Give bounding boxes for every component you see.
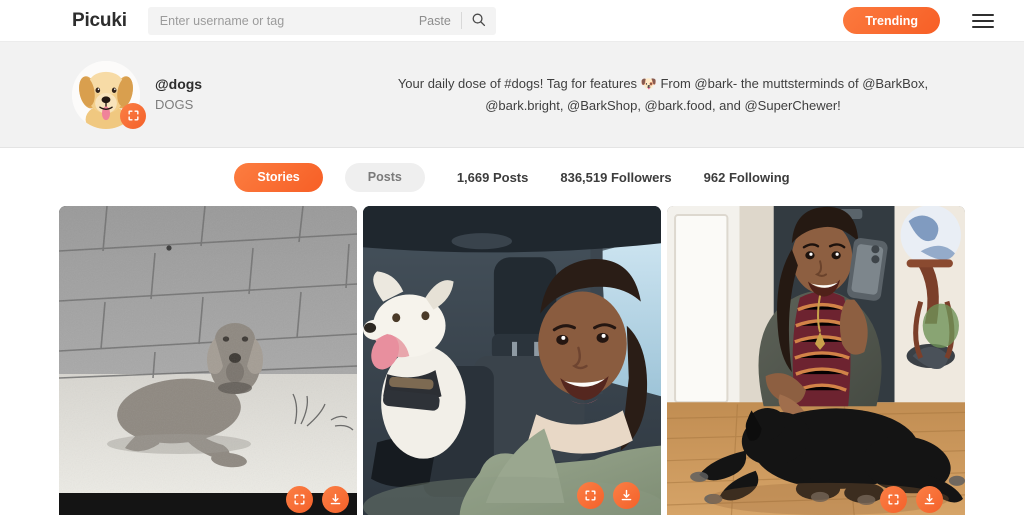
download-icon — [330, 493, 341, 505]
tab-stories[interactable]: Stories — [234, 162, 323, 192]
download-icon — [621, 489, 632, 501]
fullscreen-expand-icon — [127, 110, 139, 121]
gallery-photo-bw-dog-wall — [59, 206, 357, 515]
profile-bio: Your daily dose of #dogs! Tag for featur… — [397, 76, 929, 113]
expand-button[interactable] — [286, 486, 313, 513]
stat-following: 962 Following — [703, 169, 790, 185]
trending-button[interactable]: Trending — [843, 7, 940, 34]
tab-posts[interactable]: Posts — [344, 162, 425, 192]
profile-header: @dogs DOGS Your daily dose of #dogs! Tag… — [0, 42, 1024, 148]
gallery-card[interactable] — [59, 206, 357, 515]
search-submit-button[interactable] — [462, 7, 496, 35]
profile-names: @dogs DOGS — [155, 75, 202, 114]
search-icon — [471, 12, 486, 30]
profile-tabbar: Stories Posts 1,669 Posts 836,519 Follow… — [0, 148, 1024, 206]
fullscreen-expand-icon — [585, 490, 596, 501]
profile-identity: @dogs DOGS — [72, 60, 372, 129]
stat-followers: 836,519 Followers — [560, 169, 672, 185]
profile-username: @dogs — [155, 75, 203, 92]
download-button[interactable] — [613, 482, 640, 509]
fullscreen-expand-icon — [888, 494, 899, 505]
gallery-photo-black-lab-mirror-selfie — [667, 206, 965, 515]
gallery-photo-car-selfie-white-dog — [363, 206, 661, 515]
card-action-group — [286, 486, 349, 513]
app-header: Picuki Paste Trending — [0, 0, 1024, 42]
expand-button[interactable] — [577, 482, 604, 509]
download-button[interactable] — [322, 486, 349, 513]
hamburger-menu-icon[interactable] — [972, 11, 996, 31]
download-icon — [924, 493, 935, 505]
gallery-card[interactable] — [667, 206, 965, 515]
media-gallery — [0, 206, 1024, 515]
gallery-card[interactable] — [363, 206, 661, 515]
download-button[interactable] — [916, 486, 943, 513]
fullscreen-expand-icon — [294, 494, 305, 505]
avatar-fullscreen-badge[interactable] — [120, 102, 146, 129]
picuki-logo[interactable]: Picuki — [72, 10, 127, 32]
hamburger-bar — [972, 19, 994, 22]
search-input[interactable] — [159, 6, 413, 35]
paste-button[interactable]: Paste — [413, 14, 461, 28]
stat-posts: 1,669 Posts — [456, 169, 529, 185]
avatar-wrapper — [72, 60, 146, 129]
card-action-group — [880, 486, 943, 513]
hamburger-bar — [972, 13, 994, 16]
search-bar[interactable]: Paste — [147, 6, 496, 35]
profile-fullname: DOGS — [155, 96, 194, 112]
card-action-group — [577, 482, 640, 509]
hamburger-bar — [972, 25, 994, 28]
expand-button[interactable] — [880, 486, 907, 513]
